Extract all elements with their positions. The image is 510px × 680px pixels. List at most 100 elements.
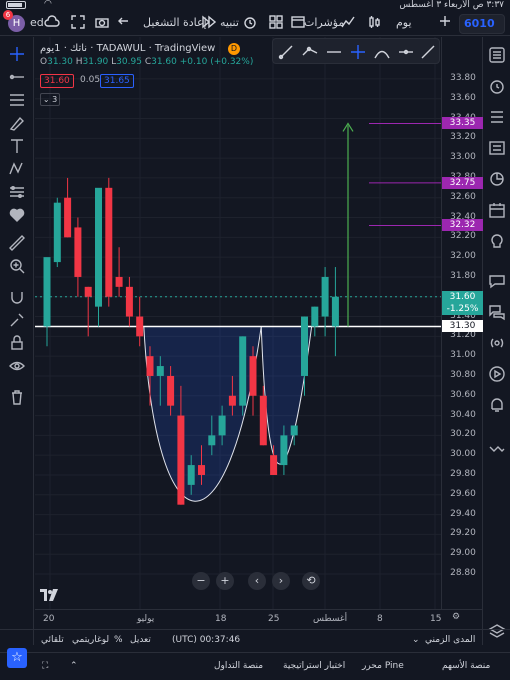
fullscreen-icon[interactable]: [70, 14, 86, 33]
tab-trading-panel[interactable]: منصة التداول: [214, 661, 263, 671]
replay-icon[interactable]: [200, 14, 217, 33]
crosshair-tool-icon[interactable]: [349, 43, 367, 61]
symbol-title[interactable]: ناتك · 1يوم · TADAWUL · TradingView: [40, 43, 253, 54]
trash-icon[interactable]: [8, 388, 26, 406]
lock-icon[interactable]: [8, 334, 26, 352]
level-price-tag: 32.75: [442, 176, 483, 189]
ideas-icon[interactable]: [488, 232, 506, 250]
alarm-clock-icon[interactable]: [488, 77, 506, 95]
magnet-icon[interactable]: [8, 288, 26, 306]
chat-icon[interactable]: [488, 272, 506, 290]
hotlists-icon[interactable]: [488, 170, 506, 188]
tab-stock-screener[interactable]: منصة الأسهم: [442, 661, 490, 671]
price-tick-label: 30.40: [450, 409, 476, 420]
candle: [125, 276, 133, 327]
legend-collapse-button[interactable]: ⌄ 3: [40, 93, 60, 106]
path-tool-icon[interactable]: [301, 43, 319, 61]
alert-button[interactable]: تنبيه: [220, 16, 239, 29]
date-range-button[interactable]: المدى الزمني: [425, 635, 475, 645]
auto-scale-toggle[interactable]: تلقائي: [41, 635, 64, 645]
streams-icon[interactable]: [488, 334, 506, 352]
candle-body: [43, 257, 51, 327]
price-tick-label: 31.80: [450, 270, 476, 281]
heart-icon[interactable]: [8, 206, 26, 224]
candle-body: [146, 356, 154, 376]
zoom-in-icon[interactable]: [8, 257, 26, 275]
adjust-toggle[interactable]: تعديل: [130, 635, 151, 645]
cloud-icon[interactable]: [44, 15, 62, 32]
data-delay-badge[interactable]: D: [228, 43, 240, 55]
brush-icon[interactable]: [8, 114, 26, 132]
reset-chart-button[interactable]: ⟲: [302, 572, 320, 590]
zoom-in-button[interactable]: +: [216, 572, 234, 590]
scroll-left-button[interactable]: ‹: [248, 572, 266, 590]
chevron-up-icon[interactable]: ⌃: [70, 661, 78, 671]
scroll-right-button[interactable]: ›: [272, 572, 290, 590]
candle-body: [218, 415, 226, 436]
time-tick-label: 20: [43, 614, 55, 624]
price-axis[interactable]: 33.8033.6033.4033.2033.0032.8032.6032.40…: [441, 37, 483, 609]
candles-icon[interactable]: [366, 14, 382, 33]
object-tree-icon[interactable]: [488, 108, 506, 126]
settings-gear-icon[interactable]: ⚙: [452, 612, 460, 622]
fullscreen-panel-icon[interactable]: ⛶: [42, 661, 48, 671]
play-icon[interactable]: [488, 365, 506, 383]
time-tick-label: 18: [215, 614, 227, 624]
account-name[interactable]: ed: [30, 16, 44, 29]
tab-pine-editor[interactable]: محرر Pine: [362, 661, 404, 671]
alert-clock-icon[interactable]: [242, 14, 258, 33]
candle-body: [136, 316, 144, 337]
notifications-bell-icon[interactable]: [488, 396, 506, 414]
curve-tool-icon[interactable]: [373, 43, 391, 61]
ohlc-open: 31.30: [47, 57, 73, 67]
chevron-down-icon[interactable]: ⌄: [412, 635, 420, 645]
eye-icon[interactable]: [8, 357, 26, 375]
percent-scale-toggle[interactable]: %: [114, 635, 123, 645]
pattern-icon[interactable]: [8, 160, 26, 178]
price-tick-label: 30.80: [450, 369, 476, 380]
indicators-icon[interactable]: [340, 14, 356, 33]
time-axis[interactable]: 20 يوليو 18 25 أغسطس 8 15 ⚙: [35, 609, 482, 629]
sell-price-button[interactable]: 31.60: [40, 74, 74, 88]
camera-icon[interactable]: [94, 14, 110, 33]
interval-button[interactable]: يوم: [396, 16, 412, 29]
trend-line-icon[interactable]: [8, 68, 26, 86]
forecast-icon[interactable]: [8, 183, 26, 201]
calendar-icon[interactable]: [488, 201, 506, 219]
log-scale-toggle[interactable]: لوغاريتمي: [72, 635, 109, 645]
chart-navigation: − + ‹ › ⟲: [192, 572, 324, 590]
battery-icon: [6, 1, 26, 9]
candle-body: [115, 276, 123, 287]
buy-price-button[interactable]: 31.65: [100, 74, 134, 88]
replay-button[interactable]: إعادة التشغيل: [143, 16, 207, 29]
trend-line-tool-icon[interactable]: [277, 43, 295, 61]
layout-grid-icon[interactable]: [268, 14, 284, 33]
price-chart[interactable]: [35, 37, 441, 609]
zoom-out-button[interactable]: −: [192, 572, 210, 590]
ruler-icon[interactable]: [8, 234, 26, 252]
horizontal-ray-tool-icon[interactable]: [325, 43, 343, 61]
lock-drawing-icon[interactable]: [8, 311, 26, 329]
data-window-icon[interactable]: [488, 139, 506, 157]
candle-body: [167, 375, 175, 406]
candle: [239, 336, 247, 416]
crosshair-icon[interactable]: [8, 45, 26, 63]
watchlist-icon[interactable]: [488, 46, 506, 64]
last-price-change-tag: -1.25%: [442, 302, 483, 315]
add-symbol-icon[interactable]: [438, 14, 452, 31]
symbol-search-button[interactable]: 6010: [459, 14, 505, 34]
candle: [249, 346, 257, 416]
chats-icon[interactable]: [488, 303, 506, 321]
favorites-star-button[interactable]: ☆: [7, 648, 27, 668]
line-tool-icon[interactable]: [419, 43, 437, 61]
ray-tool-icon[interactable]: [397, 43, 415, 61]
fib-icon[interactable]: [8, 91, 26, 109]
price-tick-label: 29.80: [450, 468, 476, 479]
tab-strategy-tester[interactable]: اختبار استراتيجية: [283, 661, 345, 671]
depth-icon[interactable]: [488, 440, 506, 458]
text-icon[interactable]: [8, 137, 26, 155]
neckline-price-tag: 31.30: [442, 320, 483, 333]
undo-icon[interactable]: [118, 14, 132, 31]
indicators-button[interactable]: مؤشرات: [304, 16, 344, 29]
timezone-button[interactable]: (UTC) 00:37:46: [172, 635, 240, 645]
